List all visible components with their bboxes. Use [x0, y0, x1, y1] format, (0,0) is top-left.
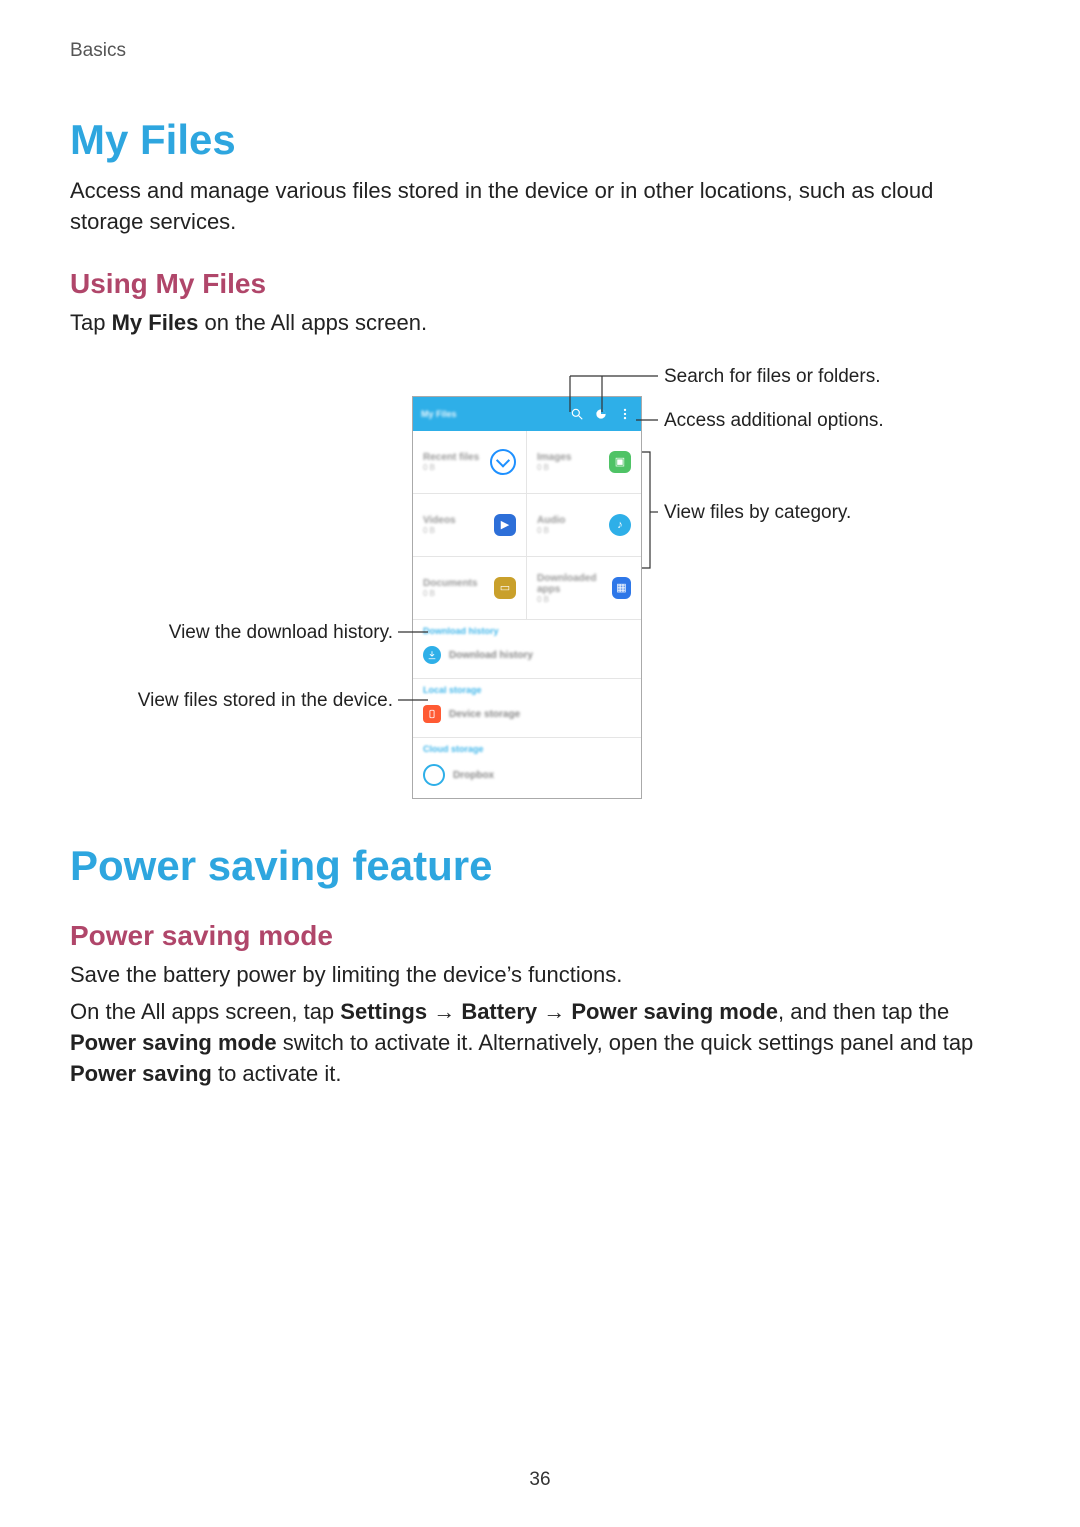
- text-bold: Power saving mode: [571, 999, 778, 1024]
- text-bold: Settings: [340, 999, 427, 1024]
- arrow: →: [537, 999, 571, 1024]
- section-my-files: My Files: [70, 116, 1012, 164]
- tap-my-files-text: Tap My Files on the All apps screen.: [70, 308, 1012, 339]
- subsection-using-my-files: Using My Files: [70, 268, 1012, 300]
- text-bold-my-files: My Files: [112, 310, 199, 335]
- text-bold: Power saving mode: [70, 1030, 277, 1055]
- breadcrumb: Basics: [70, 40, 1012, 62]
- text-frag: , and then tap the: [778, 999, 949, 1024]
- text-bold: Battery: [461, 999, 537, 1024]
- text-frag: On the All apps screen, tap: [70, 999, 340, 1024]
- power-saving-p1: Save the battery power by limiting the d…: [70, 960, 1012, 991]
- text-frag: switch to activate it. Alternatively, op…: [277, 1030, 974, 1055]
- text-frag: Tap: [70, 310, 112, 335]
- page-number: 36: [0, 1469, 1080, 1491]
- power-saving-p2: On the All apps screen, tap Settings → B…: [70, 997, 1012, 1089]
- subsection-power-saving-mode: Power saving mode: [70, 920, 1012, 952]
- arrow: →: [427, 999, 461, 1024]
- section-power-saving-feature: Power saving feature: [70, 842, 1012, 890]
- my-files-diagram: My Files Recent files0 B Images0 B: [70, 362, 1010, 782]
- text-frag: to activate it.: [212, 1061, 342, 1086]
- text-bold: Power saving: [70, 1061, 212, 1086]
- my-files-intro: Access and manage various files stored i…: [70, 176, 1012, 238]
- text-frag: on the All apps screen.: [198, 310, 427, 335]
- leader-lines: [70, 362, 1010, 782]
- page: Basics My Files Access and manage variou…: [0, 0, 1080, 1527]
